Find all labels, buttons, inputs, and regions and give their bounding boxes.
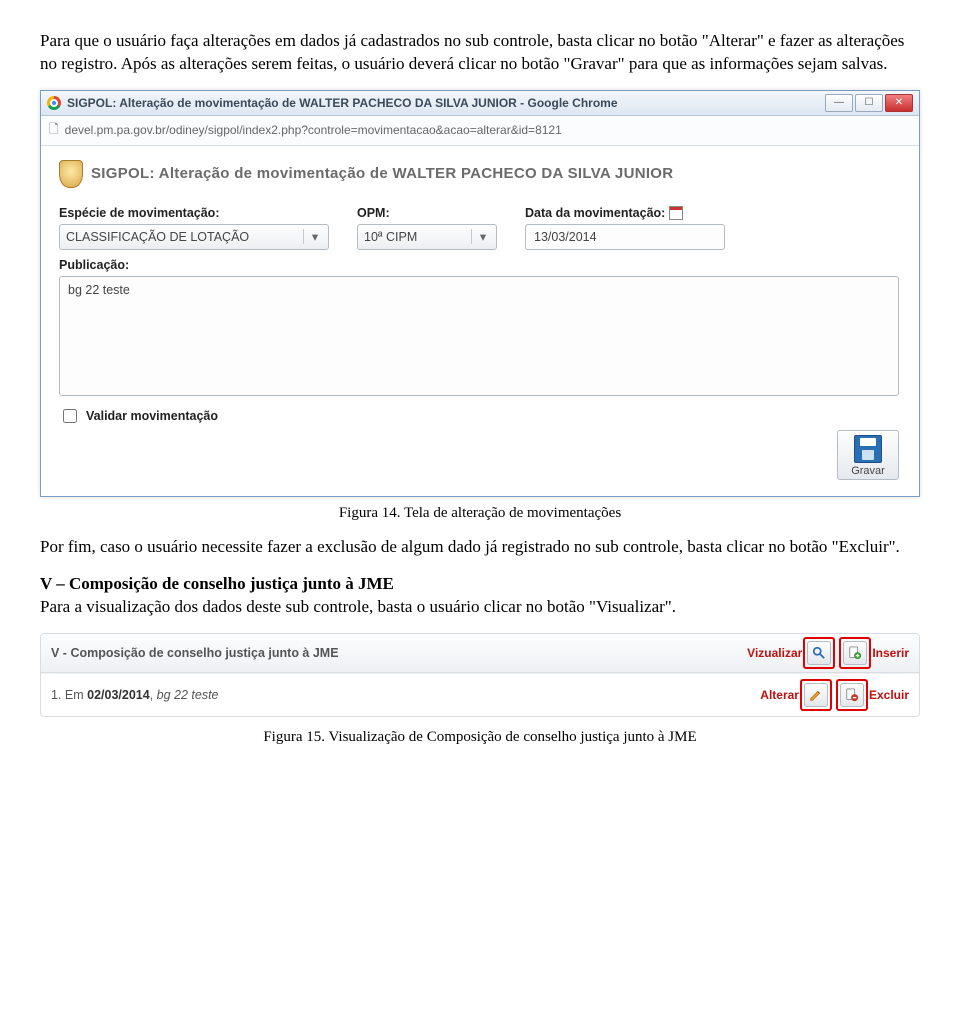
minimize-button[interactable]: — xyxy=(825,94,853,112)
row-prefix: 1. Em xyxy=(51,688,87,702)
group-especie: Espécie de movimentação: CLASSIFICAÇÃO D… xyxy=(59,206,329,250)
shield-icon xyxy=(59,160,83,188)
excluir-label: Excluir xyxy=(869,688,909,702)
intro-paragraph-1: Para que o usuário faça alterações em da… xyxy=(40,30,920,76)
visualizar-label: Vizualizar xyxy=(747,646,802,660)
label-data-text: Data da movimentação: xyxy=(525,206,665,220)
highlight-excluir xyxy=(839,682,865,708)
calendar-icon[interactable] xyxy=(669,206,683,220)
figure-14-caption: Figura 14. Tela de alteração de moviment… xyxy=(40,505,920,522)
label-publicacao: Publicação: xyxy=(59,258,899,272)
action-alterar: Alterar xyxy=(760,682,829,708)
label-opm: OPM: xyxy=(357,206,497,220)
action-inserir: Inserir xyxy=(842,640,909,666)
close-button[interactable]: ✕ xyxy=(885,94,913,112)
group-publicacao: Publicação: xyxy=(59,258,899,396)
checkbox-validar[interactable] xyxy=(63,409,77,423)
row-sep: , xyxy=(150,688,157,702)
visualizar-button[interactable] xyxy=(807,641,831,665)
select-opm[interactable]: 10ª CIPM ▾ xyxy=(357,224,497,250)
subcontrol-row-text: 1. Em 02/03/2014, bg 22 teste xyxy=(51,688,750,702)
pencil-icon xyxy=(809,688,823,702)
row-date: 02/03/2014 xyxy=(87,688,150,702)
inserir-label: Inserir xyxy=(872,646,909,660)
highlight-visualizar xyxy=(806,640,832,666)
alterar-label: Alterar xyxy=(760,688,799,702)
section-v-text: Para a visualização dos dados deste sub … xyxy=(40,597,676,616)
save-button-label: Gravar xyxy=(851,465,885,477)
select-especie[interactable]: CLASSIFICAÇÃO DE LOTAÇÃO ▾ xyxy=(59,224,329,250)
subcontrol-row-1: 1. Em 02/03/2014, bg 22 teste Alterar Ex… xyxy=(41,673,919,716)
textarea-publicacao[interactable] xyxy=(59,276,899,396)
figure-15-caption: Figura 15. Visualização de Composição de… xyxy=(40,729,920,746)
subcontrol-box: V - Composição de conselho justiça junto… xyxy=(40,633,920,717)
action-excluir: Excluir xyxy=(839,682,909,708)
select-opm-value: 10ª CIPM xyxy=(364,230,417,244)
chevron-down-icon: ▾ xyxy=(303,229,322,244)
label-validar: Validar movimentação xyxy=(86,409,218,423)
input-data[interactable]: 13/03/2014 xyxy=(525,224,725,250)
url-text[interactable]: devel.pm.pa.gov.br/odiney/sigpol/index2.… xyxy=(65,123,562,137)
input-data-value: 13/03/2014 xyxy=(534,230,597,244)
excluir-button[interactable] xyxy=(840,683,864,707)
alterar-button[interactable] xyxy=(804,683,828,707)
row-desc: bg 22 teste xyxy=(157,688,219,702)
select-especie-value: CLASSIFICAÇÃO DE LOTAÇÃO xyxy=(66,230,249,244)
group-data: Data da movimentação: 13/03/2014 xyxy=(525,206,725,250)
section-v: V – Composição de conselho justiça junto… xyxy=(40,573,920,619)
paragraph-exclude: Por fim, caso o usuário necessite fazer … xyxy=(40,536,920,559)
highlight-alterar xyxy=(803,682,829,708)
window-buttons: — ☐ ✕ xyxy=(825,94,913,112)
label-especie: Espécie de movimentação: xyxy=(59,206,329,220)
magnifier-icon xyxy=(812,646,826,660)
chrome-icon xyxy=(47,96,61,110)
chevron-down-icon: ▾ xyxy=(471,229,490,244)
form-row-1: Espécie de movimentação: CLASSIFICAÇÃO D… xyxy=(59,206,899,250)
maximize-button[interactable]: ☐ xyxy=(855,94,883,112)
highlight-inserir xyxy=(842,640,868,666)
label-data: Data da movimentação: xyxy=(525,206,725,220)
inserir-button[interactable] xyxy=(843,641,867,665)
page-title: SIGPOL: Alteração de movimentação de WAL… xyxy=(91,165,673,182)
page-icon: 🗋 xyxy=(49,120,59,141)
window-title: SIGPOL: Alteração de movimentação de WAL… xyxy=(67,96,825,110)
page-body: SIGPOL: Alteração de movimentação de WAL… xyxy=(41,146,919,496)
save-button[interactable]: Gravar xyxy=(837,430,899,480)
save-row: Gravar xyxy=(59,430,899,480)
page-header: SIGPOL: Alteração de movimentação de WAL… xyxy=(59,160,899,188)
section-v-title: V – Composição de conselho justiça junto… xyxy=(40,574,394,593)
validate-row: Validar movimentação xyxy=(59,406,899,426)
subcontrol-title: V - Composição de conselho justiça junto… xyxy=(51,646,737,660)
address-bar: 🗋 devel.pm.pa.gov.br/odiney/sigpol/index… xyxy=(41,116,919,146)
floppy-icon xyxy=(854,435,882,463)
group-opm: OPM: 10ª CIPM ▾ xyxy=(357,206,497,250)
action-visualizar: Vizualizar xyxy=(747,640,832,666)
titlebar: SIGPOL: Alteração de movimentação de WAL… xyxy=(41,91,919,116)
document-minus-icon xyxy=(845,688,859,702)
subcontrol-header: V - Composição de conselho justiça junto… xyxy=(41,634,919,673)
document-plus-icon xyxy=(848,646,862,660)
chrome-window: SIGPOL: Alteração de movimentação de WAL… xyxy=(40,90,920,497)
